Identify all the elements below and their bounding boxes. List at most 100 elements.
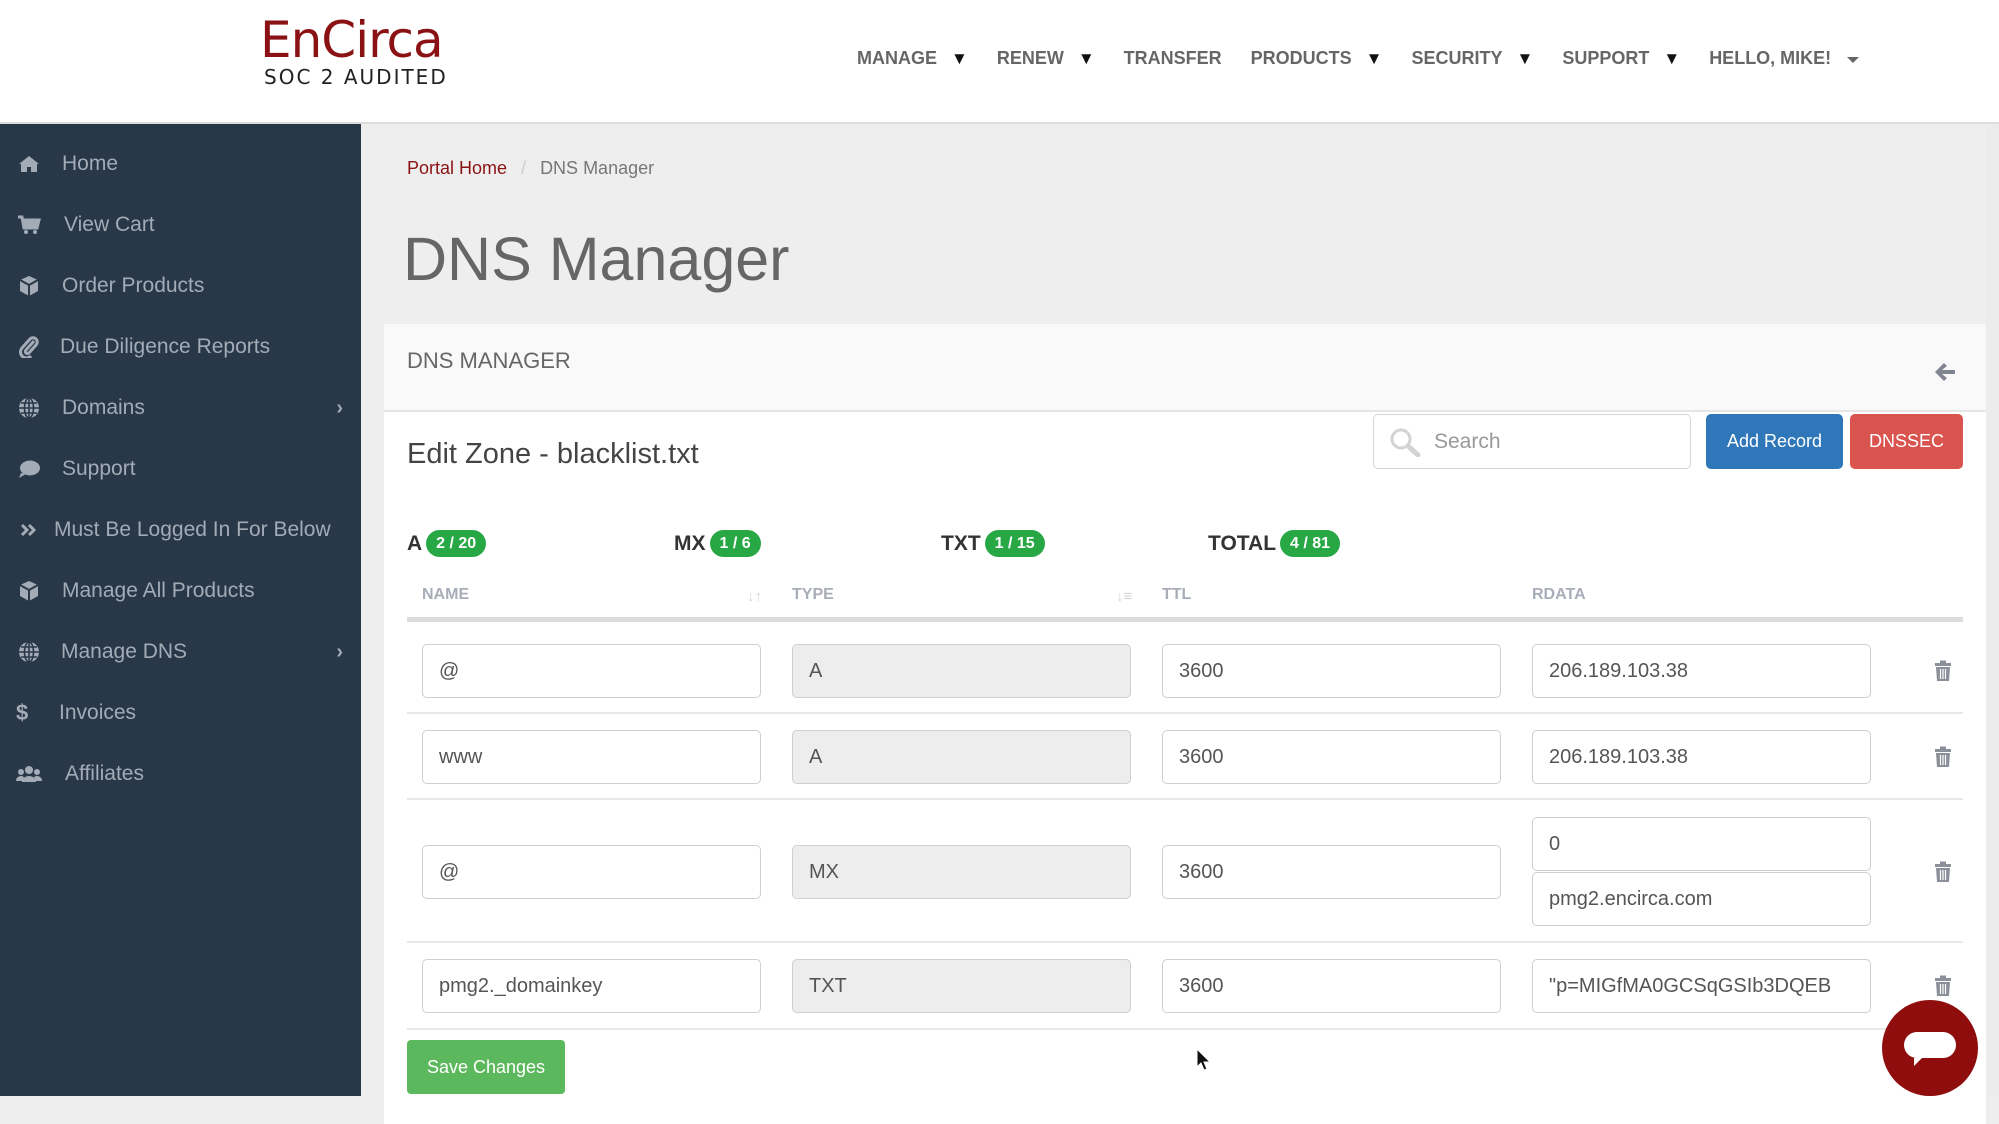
record-rdata-input[interactable]: 206.189.103.38 — [1532, 730, 1871, 784]
count-badge: 4 / 81 — [1280, 530, 1341, 557]
cube-icon — [16, 273, 42, 299]
counter-mx: MX 1 / 6 — [674, 530, 761, 557]
card-title: DNS MANAGER — [407, 348, 571, 373]
breadcrumb-portal-home[interactable]: Portal Home — [407, 158, 507, 179]
sidebar-item-manage-all-products[interactable]: Manage All Products — [0, 571, 361, 611]
record-priority-input[interactable]: 0 — [1532, 817, 1871, 871]
search-input[interactable] — [1434, 423, 1674, 461]
zone-title: Edit Zone - blacklist.txt — [407, 438, 699, 470]
nav-label: MANAGE — [857, 48, 937, 68]
brand-name: EnCirca — [260, 11, 444, 69]
dnssec-button[interactable]: DNSSEC — [1850, 414, 1963, 469]
cube-icon — [16, 578, 42, 604]
sort-ascending-icon[interactable]: ↓≡ — [1116, 588, 1132, 605]
card-header: DNS MANAGER — [384, 324, 1986, 412]
back-arrow-icon[interactable] — [1934, 362, 1956, 382]
search-icon — [1388, 427, 1422, 458]
nav-label: TRANSFER — [1123, 48, 1222, 68]
sidebar-item-order-products[interactable]: Order Products — [0, 266, 361, 306]
chevron-right-icon: › — [336, 396, 343, 419]
sidebar-item-label: Affiliates — [65, 762, 144, 785]
cart-icon — [16, 212, 42, 238]
record-rdata-input[interactable]: 206.189.103.38 — [1532, 644, 1871, 698]
record-name-input[interactable]: pmg2._domainkey — [422, 959, 761, 1013]
record-name-input[interactable]: @ — [422, 644, 761, 698]
sidebar-item-due-diligence-reports[interactable]: Due Diligence Reports — [0, 327, 361, 367]
dropdown-triangle-icon: ▼ — [1516, 48, 1534, 68]
sidebar-item-manage-dns[interactable]: Manage DNS › — [0, 632, 361, 672]
sidebar-item-domains[interactable]: Domains › — [0, 388, 361, 428]
sidebar-item-must-be-logged-in[interactable]: Must Be Logged In For Below — [0, 510, 361, 550]
chat-widget-button[interactable] — [1882, 1000, 1978, 1096]
column-header-rdata[interactable]: RDATA — [1532, 586, 1586, 604]
sidebar-item-label: Domains — [62, 396, 145, 419]
breadcrumb: Portal Home / DNS Manager — [407, 158, 654, 179]
column-header-ttl[interactable]: TTL — [1162, 586, 1191, 604]
sidebar-item-home[interactable]: Home — [0, 144, 361, 184]
chat-bubble-tail — [1914, 1058, 1922, 1066]
table-row: pmg2._domainkey TXT 3600 "p=MIGfMA0GCSqG… — [407, 943, 1963, 1030]
record-name-input[interactable]: www — [422, 730, 761, 784]
record-type-field: TXT — [792, 959, 1131, 1013]
table-row: @ A 3600 206.189.103.38 — [407, 624, 1963, 714]
column-header-name[interactable]: NAME — [422, 586, 469, 604]
nav-renew[interactable]: RENEW ▼ — [997, 48, 1095, 69]
dropdown-triangle-icon: ▼ — [1365, 48, 1383, 68]
column-header-type[interactable]: TYPE — [792, 586, 834, 604]
sidebar-item-invoices[interactable]: $ Invoices — [0, 693, 361, 733]
nav-manage[interactable]: MANAGE ▼ — [857, 48, 968, 69]
nav-label: SECURITY — [1411, 48, 1503, 68]
record-type-field: A — [792, 644, 1131, 698]
nav-security[interactable]: SECURITY ▼ — [1412, 48, 1534, 69]
sidebar-item-view-cart[interactable]: View Cart — [0, 205, 361, 245]
comment-icon — [16, 456, 42, 482]
add-record-button[interactable]: Add Record — [1706, 414, 1843, 469]
record-rdata-input[interactable]: pmg2.encirca.com — [1532, 872, 1871, 926]
save-changes-button[interactable]: Save Changes — [407, 1040, 565, 1094]
sidebar-item-label: Invoices — [59, 701, 137, 724]
user-greeting: HELLO, MIKE! — [1709, 48, 1832, 68]
table-row: @ MX 3600 0 pmg2.encirca.com — [407, 800, 1963, 943]
nav-label: PRODUCTS — [1250, 48, 1352, 68]
counter-a: A2 / 20 — [407, 530, 487, 557]
top-navigation: MANAGE ▼ RENEW ▼ TRANSFER PRODUCTS ▼ SECURI… — [857, 48, 1888, 69]
sidebar-item-label: Support — [62, 457, 136, 480]
record-name-input[interactable]: @ — [422, 845, 761, 899]
table-header: NAME ↓↑ TYPE ↓≡ TTL RDATA — [407, 570, 1963, 622]
count-badge: 2 / 20 — [426, 530, 487, 557]
sidebar-item-support[interactable]: Support — [0, 449, 361, 489]
record-ttl-input[interactable]: 3600 — [1162, 644, 1501, 698]
globe-icon — [16, 395, 42, 421]
nav-label: RENEW — [996, 48, 1064, 68]
mouse-cursor-icon — [1196, 1048, 1212, 1071]
record-counters: A2 / 20 MX 1 / 6 TXT 1 / 15 TOTAL 4 / 81 — [407, 530, 1967, 562]
brand-logo[interactable]: EnCirca SOC 2 AUDITED — [260, 14, 448, 88]
user-menu[interactable]: HELLO, MIKE! — [1709, 48, 1860, 69]
paperclip-icon — [16, 334, 42, 360]
nav-transfer[interactable]: TRANSFER — [1124, 48, 1222, 69]
trash-icon[interactable] — [1933, 746, 1953, 768]
record-type-field: A — [792, 730, 1131, 784]
top-header: EnCirca SOC 2 AUDITED MANAGE ▼ RENEW ▼ TRA… — [0, 0, 1999, 124]
sidebar-item-label: Due Diligence Reports — [60, 335, 271, 358]
trash-icon[interactable] — [1933, 861, 1953, 883]
trash-icon[interactable] — [1933, 975, 1953, 997]
dropdown-triangle-icon: ▼ — [1077, 48, 1095, 68]
sidebar-item-label: Manage All Products — [62, 579, 255, 602]
sidebar-item-label: Manage DNS — [61, 640, 188, 663]
sidebar-item-affiliates[interactable]: Affiliates — [0, 754, 361, 794]
dns-manager-card: DNS MANAGER Edit Zone - blacklist.txt Ad… — [384, 324, 1986, 1124]
record-ttl-input[interactable]: 3600 — [1162, 959, 1501, 1013]
trash-icon[interactable] — [1933, 660, 1953, 682]
sort-icon[interactable]: ↓↑ — [747, 588, 762, 605]
main-content: Portal Home / DNS Manager DNS Manager DN… — [361, 124, 1999, 1124]
record-ttl-input[interactable]: 3600 — [1162, 730, 1501, 784]
record-type-field: MX — [792, 845, 1131, 899]
record-ttl-input[interactable]: 3600 — [1162, 845, 1501, 899]
chevron-right-icon: › — [336, 640, 343, 663]
table-row: www A 3600 206.189.103.38 — [407, 714, 1963, 800]
nav-label: SUPPORT — [1562, 48, 1650, 68]
record-rdata-input[interactable]: "p=MIGfMA0GCSqGSIb3DQEB — [1532, 959, 1871, 1013]
nav-products[interactable]: PRODUCTS ▼ — [1251, 48, 1383, 69]
nav-support[interactable]: SUPPORT ▼ — [1562, 48, 1680, 69]
